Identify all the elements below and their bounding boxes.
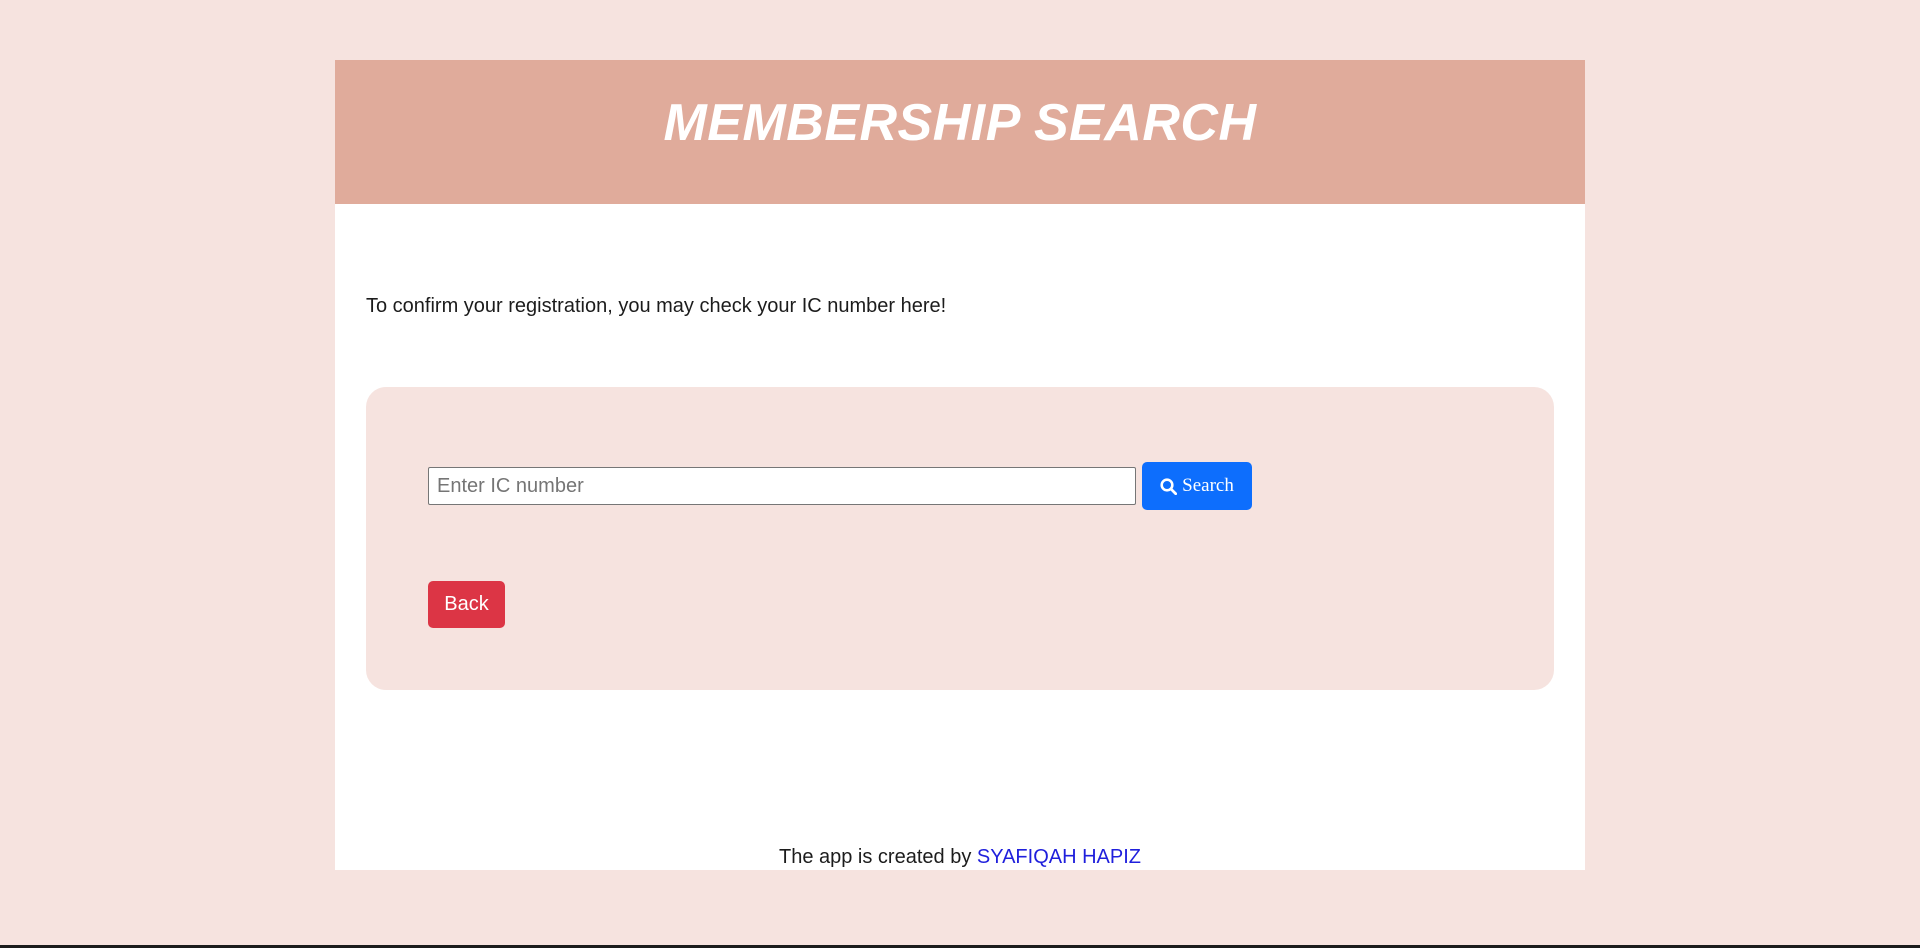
page-header: MEMBERSHIP SEARCH <box>335 60 1585 204</box>
search-icon <box>1160 477 1178 495</box>
search-form: Search <box>428 462 1252 510</box>
search-panel: Search Back <box>366 387 1554 690</box>
intro-text: To confirm your registration, you may ch… <box>366 295 947 317</box>
ic-number-input[interactable] <box>428 467 1136 505</box>
search-button[interactable]: Search <box>1142 462 1252 510</box>
back-button[interactable]: Back <box>428 581 505 628</box>
footer: The app is created by SYAFIQAH HAPIZ <box>335 846 1585 869</box>
main-card: MEMBERSHIP SEARCH To confirm your regist… <box>335 60 1585 870</box>
search-button-label: Search <box>1182 475 1234 496</box>
page-title: MEMBERSHIP SEARCH <box>663 94 1257 152</box>
author-link[interactable]: SYAFIQAH HAPIZ <box>977 846 1141 868</box>
footer-text: The app is created by <box>778 846 972 868</box>
